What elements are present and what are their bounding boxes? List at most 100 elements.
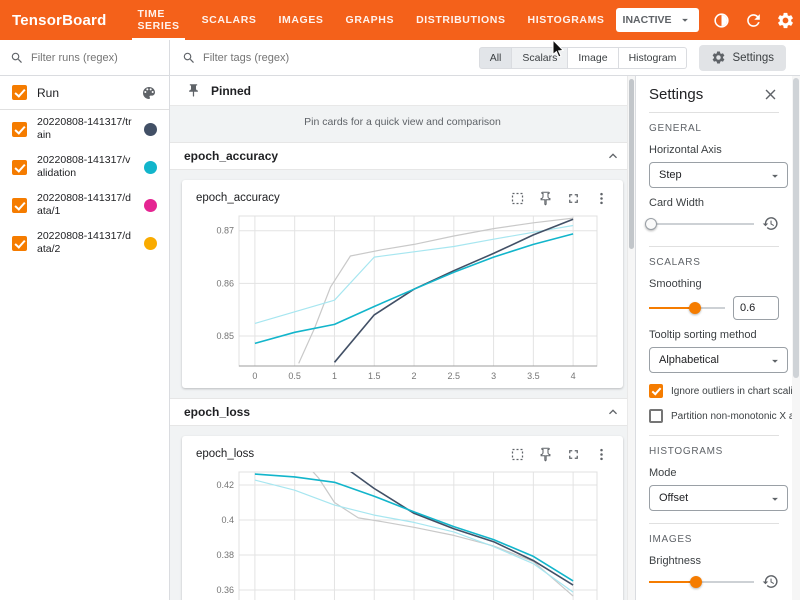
filter-tags-row bbox=[182, 51, 479, 65]
run-color-dot bbox=[144, 123, 157, 136]
filter-chip-all[interactable]: All bbox=[479, 47, 513, 69]
chevron-up-icon[interactable] bbox=[605, 404, 621, 420]
tab-scalars[interactable]: SCALARS bbox=[191, 0, 268, 40]
scalar-card-epoch-loss: epoch_loss 00.511.522.533.540.360.380.40… bbox=[182, 436, 623, 600]
tooltip-sorting-value: Alphabetical bbox=[659, 354, 719, 366]
section-header-epoch-loss[interactable]: epoch_loss bbox=[170, 398, 635, 426]
run-row[interactable]: 20220808-141317/validation bbox=[0, 148, 169, 186]
run-list-header: Run bbox=[0, 76, 169, 110]
horizontal-axis-label: Horizontal Axis bbox=[649, 144, 779, 156]
svg-text:3.5: 3.5 bbox=[527, 371, 540, 381]
run-checkbox[interactable] bbox=[12, 236, 27, 251]
epoch-accuracy-chart[interactable]: 00.511.522.533.540.850.860.87 bbox=[199, 210, 607, 384]
partition-x-axis-label: Partition non-monotonic X axis bbox=[671, 411, 792, 422]
filter-chip-scalars[interactable]: Scalars bbox=[512, 47, 568, 69]
partition-x-axis-checkbox[interactable] bbox=[649, 409, 663, 423]
card-title: epoch_loss bbox=[196, 448, 254, 460]
svg-text:1.5: 1.5 bbox=[367, 371, 380, 381]
settings-panel: Settings GENERAL Horizontal Axis Step Ca… bbox=[635, 76, 792, 600]
pin-card-icon[interactable] bbox=[538, 447, 553, 462]
tab-images[interactable]: IMAGES bbox=[268, 0, 335, 40]
group-heading: SCALARS bbox=[649, 257, 779, 268]
smoothing-value-input[interactable] bbox=[733, 296, 779, 320]
group-heading: GENERAL bbox=[649, 123, 779, 134]
pin-icon bbox=[186, 83, 201, 98]
slider-thumb[interactable] bbox=[690, 576, 702, 588]
card-header: epoch_accuracy bbox=[188, 186, 617, 210]
filter-runs-input[interactable] bbox=[31, 52, 159, 64]
tab-time-series[interactable]: TIME SERIES bbox=[126, 0, 190, 40]
fullscreen-icon[interactable] bbox=[566, 191, 581, 206]
run-checkbox[interactable] bbox=[12, 122, 27, 137]
palette-icon[interactable] bbox=[141, 85, 157, 101]
horizontal-axis-select[interactable]: Step bbox=[649, 162, 788, 188]
svg-text:0.87: 0.87 bbox=[216, 226, 234, 236]
more-options-icon[interactable] bbox=[594, 447, 609, 462]
run-color-dot bbox=[144, 161, 157, 174]
settings-button[interactable]: Settings bbox=[699, 45, 786, 71]
run-row[interactable]: 20220808-141317/data/2 bbox=[0, 224, 169, 262]
reload-status-value: INACTIVE bbox=[623, 14, 672, 26]
ignore-outliers-checkbox[interactable] bbox=[649, 384, 663, 398]
svg-text:0.86: 0.86 bbox=[216, 278, 234, 288]
run-label: 20220808-141317/validation bbox=[37, 154, 134, 180]
settings-panel-header: Settings bbox=[649, 76, 779, 112]
slider-thumb[interactable] bbox=[689, 302, 701, 314]
section-title: epoch_accuracy bbox=[184, 149, 278, 163]
tab-distributions[interactable]: DISTRIBUTIONS bbox=[405, 0, 516, 40]
tooltip-sorting-label: Tooltip sorting method bbox=[649, 329, 779, 341]
fit-data-icon[interactable] bbox=[510, 447, 525, 462]
pin-card-icon[interactable] bbox=[538, 191, 553, 206]
gear-icon[interactable] bbox=[776, 11, 795, 30]
horizontal-axis-value: Step bbox=[659, 169, 682, 181]
pinned-empty-message: Pin cards for a quick view and compariso… bbox=[170, 106, 635, 138]
partition-x-axis-row: Partition non-monotonic X axis bbox=[649, 409, 779, 423]
smoothing-slider[interactable] bbox=[649, 301, 725, 315]
slider-thumb[interactable] bbox=[645, 218, 657, 230]
close-icon[interactable] bbox=[762, 86, 779, 103]
reset-card-width-icon[interactable] bbox=[762, 215, 779, 232]
svg-text:4: 4 bbox=[570, 371, 575, 381]
chevron-up-icon[interactable] bbox=[605, 148, 621, 164]
search-icon bbox=[10, 51, 24, 65]
top-app-bar: TensorBoard TIME SERIES SCALARS IMAGES G… bbox=[0, 0, 800, 40]
filter-chip-histogram[interactable]: Histogram bbox=[619, 47, 688, 69]
run-checkbox[interactable] bbox=[12, 160, 27, 175]
svg-text:0.4: 0.4 bbox=[221, 515, 234, 525]
tab-histograms[interactable]: HISTOGRAMS bbox=[517, 0, 616, 40]
filter-chip-image[interactable]: Image bbox=[568, 47, 618, 69]
tab-graphs[interactable]: GRAPHS bbox=[335, 0, 406, 40]
run-row[interactable]: 20220808-141317/data/1 bbox=[0, 186, 169, 224]
more-options-icon[interactable] bbox=[594, 191, 609, 206]
page-scrollbar[interactable] bbox=[792, 76, 800, 600]
histogram-mode-select[interactable]: Offset bbox=[649, 485, 788, 511]
section-header-epoch-accuracy[interactable]: epoch_accuracy bbox=[170, 142, 635, 170]
epoch-loss-chart[interactable]: 00.511.522.533.540.360.380.40.42 bbox=[199, 466, 607, 600]
card-width-slider[interactable] bbox=[649, 217, 754, 231]
filter-tags-input[interactable] bbox=[203, 52, 423, 64]
svg-text:2.5: 2.5 bbox=[447, 371, 460, 381]
settings-group-general: GENERAL Horizontal Axis Step Card Width bbox=[649, 112, 779, 246]
tooltip-sorting-select[interactable]: Alphabetical bbox=[649, 347, 788, 373]
settings-panel-title: Settings bbox=[649, 86, 703, 103]
brightness-row bbox=[649, 573, 779, 590]
svg-text:3: 3 bbox=[491, 371, 496, 381]
card-width-row bbox=[649, 215, 779, 232]
select-all-runs-checkbox[interactable] bbox=[12, 85, 27, 100]
fullscreen-icon[interactable] bbox=[566, 447, 581, 462]
main-scrollbar-thumb[interactable] bbox=[629, 79, 634, 249]
page-scrollbar-thumb[interactable] bbox=[793, 78, 799, 378]
main-scrollbar[interactable] bbox=[627, 76, 635, 600]
topbar-actions: INACTIVE bbox=[616, 8, 800, 32]
cards-area: Pinned Pin cards for a quick view and co… bbox=[170, 76, 635, 600]
refresh-icon[interactable] bbox=[744, 11, 763, 30]
app-logo: TensorBoard bbox=[12, 12, 106, 29]
run-row[interactable]: 20220808-141317/train bbox=[0, 110, 169, 148]
fit-data-icon[interactable] bbox=[510, 191, 525, 206]
theme-toggle-icon[interactable] bbox=[712, 11, 731, 30]
brightness-slider[interactable] bbox=[649, 575, 754, 589]
reset-brightness-icon[interactable] bbox=[762, 573, 779, 590]
reload-status-dropdown[interactable]: INACTIVE bbox=[616, 8, 699, 32]
run-checkbox[interactable] bbox=[12, 198, 27, 213]
chevron-down-icon bbox=[678, 13, 692, 27]
